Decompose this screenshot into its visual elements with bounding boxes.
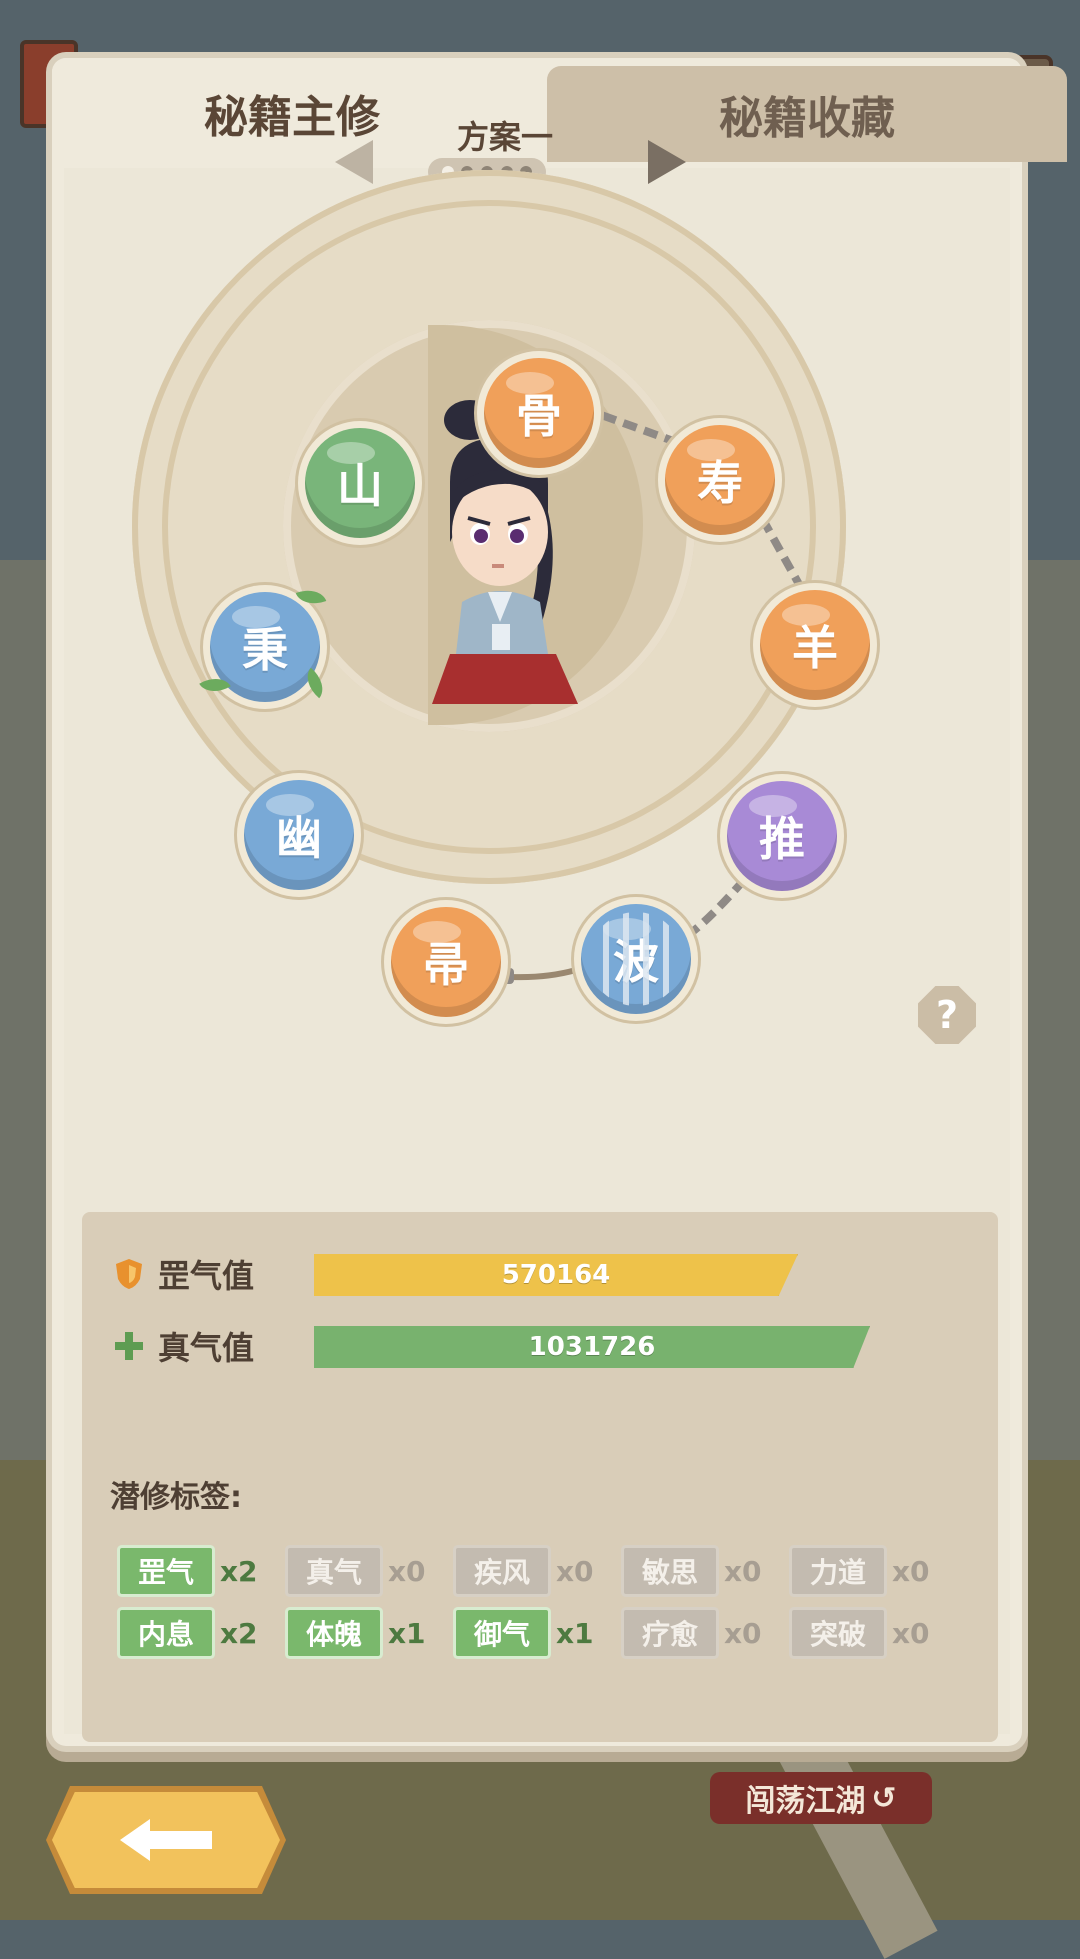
- zhen-value: 1031726: [314, 1326, 870, 1368]
- shield-icon: [112, 1257, 146, 1291]
- skill-orb-tui[interactable]: 推: [727, 781, 837, 891]
- stat-label-zhen: 真气值: [158, 1329, 255, 1367]
- tag-item: 罡气 x2: [120, 1548, 288, 1594]
- skill-orb-bing[interactable]: 秉: [199, 584, 331, 702]
- tag-item: 疗愈 x0: [624, 1610, 792, 1656]
- tag-label: 内息: [120, 1610, 212, 1656]
- back-button[interactable]: [52, 1792, 280, 1888]
- stat-label-gang: 罡气值: [158, 1257, 255, 1295]
- tag-label: 敏思: [624, 1548, 716, 1594]
- cultivation-tags: 罡气 x2 真气 x0 疾风 x0 敏思 x0 力道 x0 内息 x2 体魄 x1 御气 x1 疗愈 x0 突破 x0: [120, 1548, 980, 1656]
- gang-value: 570164: [314, 1254, 798, 1296]
- tag-label: 罡气: [120, 1548, 212, 1594]
- plan-next-button[interactable]: [648, 140, 686, 184]
- tag-label: 体魄: [288, 1610, 380, 1656]
- tag-count: x0: [724, 1554, 762, 1588]
- return-icon: ↺: [871, 1780, 897, 1816]
- zhen-bar: 1031726: [314, 1326, 870, 1368]
- tag-count: x1: [388, 1616, 426, 1650]
- tag-label: 真气: [288, 1548, 380, 1594]
- tag-item: 疾风 x0: [456, 1548, 624, 1594]
- tag-count: x2: [220, 1616, 258, 1650]
- tag-count: x0: [724, 1616, 762, 1650]
- skill-orb-shan[interactable]: 山: [305, 428, 415, 538]
- tag-item: 突破 x0: [792, 1610, 960, 1656]
- tag-count: x1: [556, 1616, 594, 1650]
- question-icon: ?: [935, 993, 959, 1037]
- tags-title: 潜修标签:: [110, 1480, 242, 1515]
- stat-row-gang: 罡气值 570164: [112, 1248, 798, 1300]
- tag-item: 御气 x1: [456, 1610, 624, 1656]
- skill-orb-zhou[interactable]: 帚: [391, 907, 501, 1017]
- skill-orb-shou[interactable]: 寿: [665, 425, 775, 535]
- skill-orb-bo-locked[interactable]: 波: [581, 904, 691, 1014]
- skill-orb-yang[interactable]: 羊: [760, 590, 870, 700]
- tag-count: x0: [892, 1554, 930, 1588]
- roam-world-button[interactable]: 闯荡江湖 ↺: [710, 1772, 932, 1824]
- plan-name: 方案一: [456, 118, 553, 156]
- stat-row-zhen: 真气值 1031726: [112, 1320, 870, 1372]
- tag-item: 内息 x2: [120, 1610, 288, 1656]
- lock-bars-icon: [589, 912, 683, 1006]
- skill-orb-you[interactable]: 幽: [244, 780, 354, 890]
- tag-count: x0: [892, 1616, 930, 1650]
- tag-label: 御气: [456, 1610, 548, 1656]
- tag-item: 敏思 x0: [624, 1548, 792, 1594]
- plan-prev-button[interactable]: [335, 140, 373, 184]
- tag-count: x0: [388, 1554, 426, 1588]
- stats-panel: 罡气值 570164 真气值 1031726 潜修标签: 罡气 x2 真气 x0 疾风 x…: [82, 1212, 998, 1742]
- tag-item: 真气 x0: [288, 1548, 456, 1594]
- tag-label: 疗愈: [624, 1610, 716, 1656]
- tag-label: 疾风: [456, 1548, 548, 1594]
- arrow-left-icon: [120, 1819, 212, 1861]
- tag-count: x0: [556, 1554, 594, 1588]
- tab-manual-collection[interactable]: 秘籍收藏: [547, 66, 1067, 162]
- gang-bar: 570164: [314, 1254, 798, 1296]
- tag-count: x2: [220, 1554, 258, 1588]
- tag-item: 体魄 x1: [288, 1610, 456, 1656]
- tag-item: 力道 x0: [792, 1548, 960, 1594]
- tag-label: 力道: [792, 1548, 884, 1594]
- skill-orb-gu[interactable]: 骨: [484, 358, 594, 468]
- roam-label: 闯荡江湖: [745, 1784, 866, 1819]
- plus-icon: [112, 1329, 146, 1363]
- tag-label: 突破: [792, 1610, 884, 1656]
